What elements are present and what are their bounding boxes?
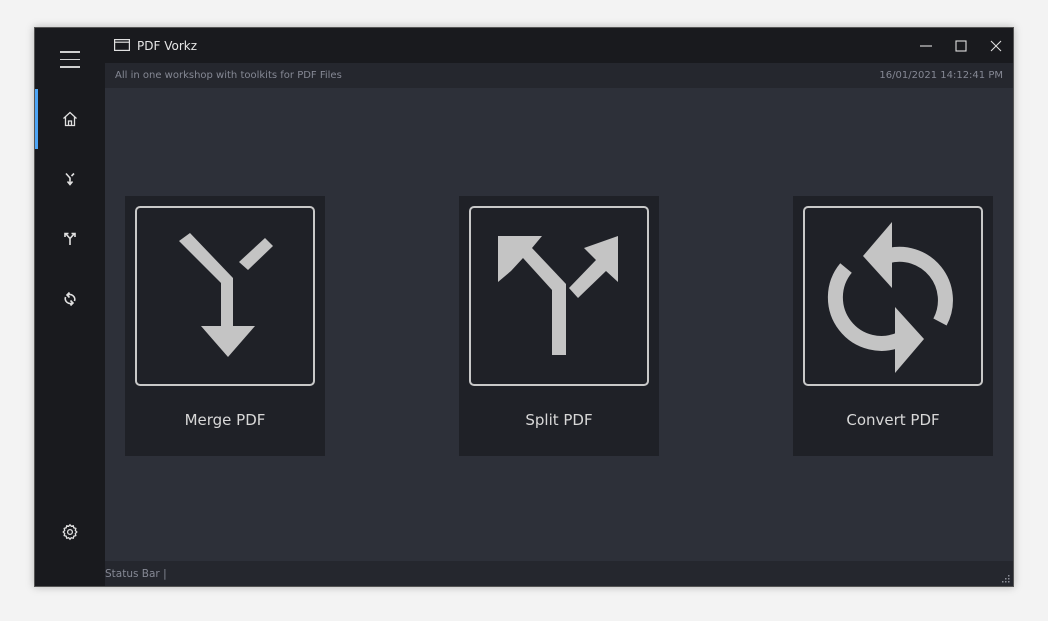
maximize-button[interactable] xyxy=(943,28,978,63)
app-window: PDF Vorkz All in one workshop with toolk… xyxy=(34,27,1014,587)
minimize-icon xyxy=(919,44,932,47)
sidebar-item-settings[interactable] xyxy=(35,502,105,562)
convert-icon xyxy=(827,222,953,373)
title-bar: PDF Vorkz xyxy=(105,28,1013,63)
merge-icon xyxy=(179,233,273,357)
close-icon xyxy=(990,40,1001,51)
convert-pdf-label: Convert PDF xyxy=(846,411,940,429)
maximize-icon xyxy=(954,39,967,52)
info-bar: All in one workshop with toolkits for PD… xyxy=(105,63,1013,88)
split-pdf-label: Split PDF xyxy=(525,411,593,429)
split-icon xyxy=(64,232,76,245)
app-title: PDF Vorkz xyxy=(137,39,197,53)
hamburger-menu-button[interactable] xyxy=(60,51,80,68)
settings-icon xyxy=(62,523,78,541)
sidebar-item-convert[interactable] xyxy=(35,269,105,329)
sidebar-item-home[interactable] xyxy=(35,89,105,149)
app-subtitle: All in one workshop with toolkits for PD… xyxy=(115,70,342,81)
sidebar xyxy=(35,28,105,586)
merge-icon xyxy=(65,172,75,186)
merge-pdf-icon-frame xyxy=(135,206,315,386)
merge-pdf-tile[interactable]: Merge PDF xyxy=(125,196,325,456)
datetime-display: 16/01/2021 14:12:41 PM xyxy=(879,70,1003,81)
minimize-button[interactable] xyxy=(908,28,943,63)
convert-pdf-tile[interactable]: Convert PDF xyxy=(793,196,993,456)
sidebar-item-merge[interactable] xyxy=(35,149,105,209)
home-icon xyxy=(63,111,77,127)
sidebar-item-split[interactable] xyxy=(35,209,105,269)
convert-pdf-icon-frame xyxy=(803,206,983,386)
window-icon xyxy=(114,39,130,51)
status-bar: Status Bar | xyxy=(105,561,1013,586)
resize-grip-icon[interactable] xyxy=(1000,573,1010,583)
merge-pdf-label: Merge PDF xyxy=(184,411,266,429)
split-icon xyxy=(498,236,618,355)
convert-icon xyxy=(64,291,76,307)
split-pdf-icon-frame xyxy=(469,206,649,386)
status-text: Status Bar | xyxy=(105,568,167,580)
split-pdf-tile[interactable]: Split PDF xyxy=(459,196,659,456)
close-button[interactable] xyxy=(978,28,1013,63)
